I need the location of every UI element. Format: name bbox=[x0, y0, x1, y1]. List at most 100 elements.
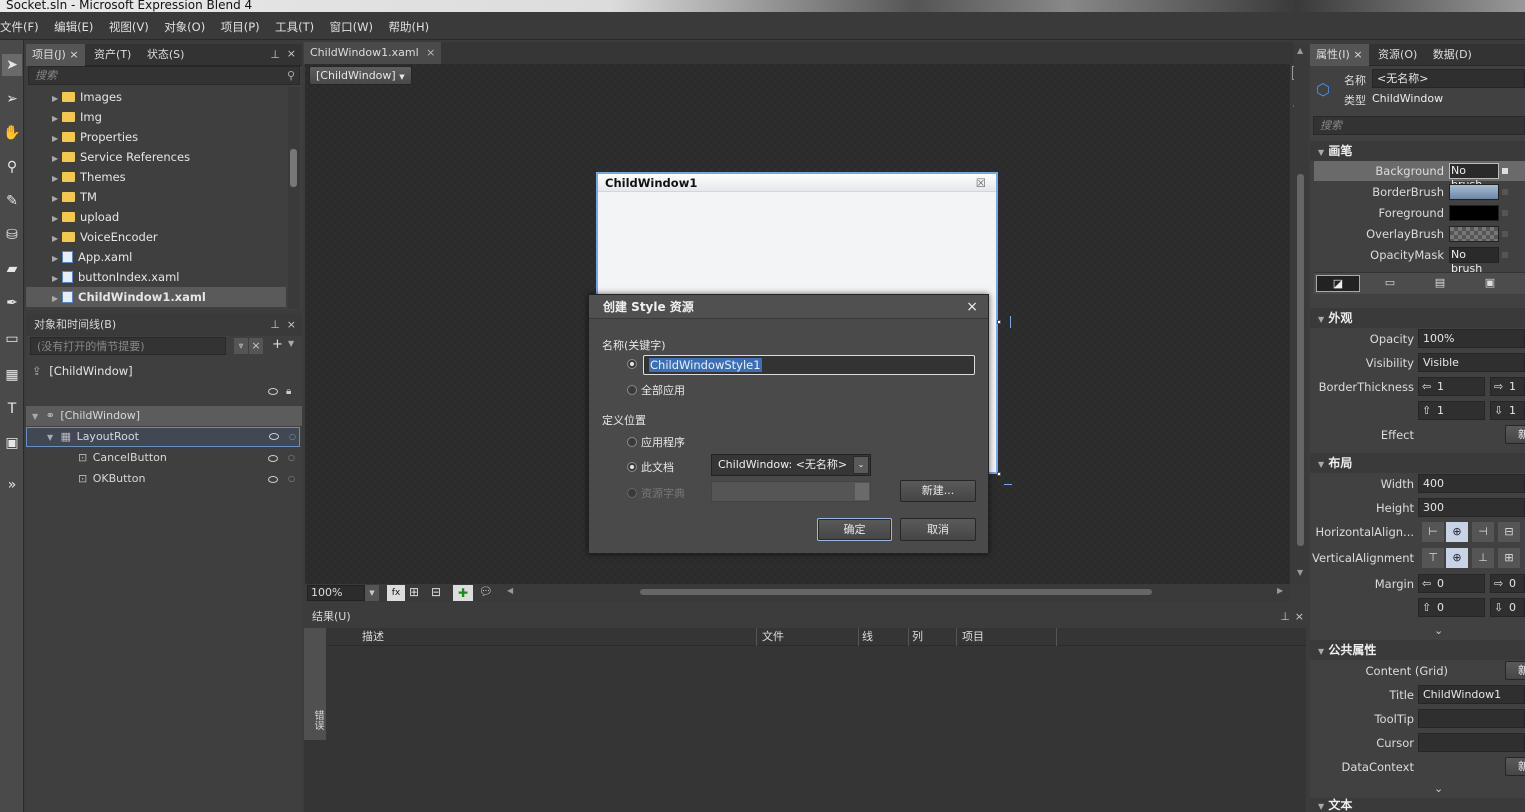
menu-help[interactable]: 帮助(H) bbox=[382, 12, 435, 35]
assets-tool-icon[interactable]: » bbox=[2, 474, 22, 496]
tree-item[interactable]: ▶ Service References bbox=[26, 147, 286, 167]
selection-tool-icon[interactable]: ➤ bbox=[2, 54, 22, 76]
menu-view[interactable]: 视图(V) bbox=[103, 12, 155, 35]
margin-top-input[interactable]: ⇧ 0 bbox=[1418, 598, 1485, 617]
tree-item[interactable]: ▶ App.xaml bbox=[26, 247, 286, 267]
tree-row-cancelbutton[interactable]: ⊡ CancelButton ○ bbox=[26, 448, 302, 468]
scrollbar-thumb[interactable] bbox=[290, 149, 297, 187]
gradient-brush-icon[interactable]: ▤ bbox=[1426, 275, 1454, 292]
element-name-input[interactable]: <无名称> bbox=[1372, 69, 1525, 88]
opacity-input[interactable]: 100% bbox=[1418, 329, 1525, 348]
pin-icon[interactable]: ⊥ bbox=[1280, 606, 1290, 628]
chevron-down-icon[interactable]: ▼ bbox=[365, 585, 379, 601]
align-middle-icon[interactable]: ⊕ bbox=[1446, 548, 1468, 568]
width-input[interactable]: 400 bbox=[1418, 474, 1525, 493]
pan-tool-icon[interactable]: ✋ bbox=[2, 122, 22, 144]
tree-item[interactable]: ▶ TM bbox=[26, 187, 286, 207]
eye-icon[interactable] bbox=[268, 455, 278, 462]
application-option[interactable]: 应用程序 bbox=[627, 434, 685, 450]
tooltip-input[interactable] bbox=[1418, 709, 1525, 728]
brushes-section-header[interactable]: ▼ 画笔 bbox=[1310, 141, 1525, 161]
control-tool-icon[interactable]: ▣ bbox=[2, 432, 22, 454]
chevron-down-icon[interactable]: ▼ bbox=[288, 339, 294, 348]
expand-arrow-icon[interactable]: ▶ bbox=[52, 249, 62, 269]
brush-transform-tool-icon[interactable]: ▰ bbox=[2, 258, 22, 280]
menu-file[interactable]: 文件(F) bbox=[0, 12, 45, 35]
overlaybrush-swatch[interactable] bbox=[1449, 226, 1499, 242]
name-key-radio[interactable] bbox=[627, 359, 637, 369]
cursor-select[interactable] bbox=[1418, 733, 1525, 752]
tree-item-selected[interactable]: ▶ ChildWindow1.xaml bbox=[26, 287, 286, 307]
close-icon[interactable]: × bbox=[287, 314, 296, 336]
align-bottom-icon[interactable]: ⊥ bbox=[1472, 548, 1494, 568]
pin-icon[interactable]: ⊥ bbox=[270, 314, 280, 336]
menu-project[interactable]: 项目(P) bbox=[215, 12, 266, 35]
resize-handle[interactable] bbox=[997, 320, 1001, 324]
storyboard-select[interactable]: (没有打开的情节提要) bbox=[30, 337, 226, 355]
advanced-options-icon[interactable] bbox=[1502, 210, 1508, 216]
ok-button[interactable]: 确定 bbox=[817, 518, 892, 541]
column-col[interactable]: 列 bbox=[912, 628, 923, 646]
tab-resources[interactable]: 资源(O) bbox=[1372, 44, 1423, 66]
border-right-input[interactable]: ⇨ 1 bbox=[1490, 377, 1525, 396]
new-dictionary-button[interactable]: 新建... bbox=[900, 480, 976, 502]
grid-tool-icon[interactable]: ▦ bbox=[2, 364, 22, 386]
solid-brush-icon[interactable]: ▭ bbox=[1376, 275, 1404, 292]
tab-properties[interactable]: 属性(I) × bbox=[1310, 44, 1369, 66]
tree-row-childwindow[interactable]: ▼ ⚭ [ChildWindow] bbox=[26, 406, 302, 426]
horizontal-scrollbar-thumb[interactable] bbox=[640, 589, 1152, 595]
advanced-options-icon[interactable] bbox=[1502, 231, 1508, 237]
text-tool-icon[interactable]: T bbox=[2, 398, 22, 420]
rectangle-tool-icon[interactable]: ▭ bbox=[2, 328, 22, 350]
snap-lines-icon[interactable]: ✚ bbox=[453, 585, 473, 601]
this-document-radio[interactable] bbox=[627, 462, 637, 472]
align-vstretch-icon[interactable]: ⊞ bbox=[1498, 548, 1520, 568]
apply-all-option[interactable]: 全部应用 bbox=[627, 382, 685, 398]
column-divider[interactable] bbox=[908, 628, 909, 646]
close-icon[interactable]: × bbox=[287, 47, 296, 60]
tree-row-layoutroot[interactable]: ▼ ▦ LayoutRoot ○ bbox=[26, 427, 300, 447]
direct-selection-tool-icon[interactable]: ➢ bbox=[2, 88, 22, 110]
column-project[interactable]: 项目 bbox=[962, 628, 984, 646]
this-document-option[interactable]: 此文档 bbox=[627, 459, 674, 475]
background-brush-swatch[interactable]: No brush bbox=[1449, 163, 1499, 191]
column-divider[interactable] bbox=[956, 628, 957, 646]
tab-assets[interactable]: 资产(T) bbox=[88, 44, 137, 66]
tab-childwindow1-xaml[interactable]: ChildWindow1.xaml × bbox=[304, 42, 442, 64]
align-center-icon[interactable]: ⊕ bbox=[1446, 522, 1468, 542]
align-stretch-icon[interactable]: ⊟ bbox=[1498, 522, 1520, 542]
expand-arrow-icon[interactable]: ▶ bbox=[52, 149, 62, 169]
tree-row-okbutton[interactable]: ⊡ OKButton ○ bbox=[26, 469, 302, 489]
visibility-select[interactable]: Visible bbox=[1418, 353, 1525, 372]
menu-window[interactable]: 窗口(W) bbox=[324, 12, 379, 35]
grid-toggle-icon[interactable]: ⊞ bbox=[409, 585, 419, 599]
new-content-button[interactable]: 新 bbox=[1505, 661, 1525, 680]
eye-icon[interactable] bbox=[269, 433, 279, 440]
search-icon[interactable]: ⚲ bbox=[287, 67, 295, 84]
collapse-arrow-icon[interactable]: ▼ bbox=[47, 433, 53, 442]
close-icon[interactable]: × bbox=[1353, 48, 1362, 61]
border-left-input[interactable]: ⇦ 1 bbox=[1418, 377, 1485, 396]
zoom-tool-icon[interactable]: ⚲ bbox=[2, 156, 22, 178]
expand-arrow-icon[interactable]: ▶ bbox=[52, 189, 62, 209]
close-icon[interactable]: × bbox=[69, 48, 78, 61]
new-effect-button[interactable]: 新 bbox=[1505, 425, 1525, 444]
tree-item[interactable]: ▶ Properties bbox=[26, 127, 286, 147]
collapse-arrow-icon[interactable]: ▼ bbox=[1318, 460, 1324, 469]
margin-bottom-input[interactable]: ⇩ 0 bbox=[1490, 598, 1525, 617]
close-icon[interactable]: × bbox=[966, 295, 978, 319]
opacitymask-swatch[interactable]: No brush bbox=[1449, 247, 1499, 275]
scroll-left-icon[interactable]: ◀ bbox=[507, 586, 513, 595]
pin-icon[interactable]: ⊥ bbox=[270, 48, 280, 61]
margin-right-input[interactable]: ⇨ 0 bbox=[1490, 574, 1525, 593]
scope-row[interactable]: ⇪ [ChildWindow] bbox=[32, 364, 133, 378]
eye-icon[interactable] bbox=[268, 388, 278, 395]
collapse-arrow-icon[interactable]: ▼ bbox=[32, 412, 38, 421]
advanced-options-icon[interactable] bbox=[1502, 189, 1508, 195]
common-section-header[interactable]: ▼ 公共属性 bbox=[1310, 640, 1525, 660]
expand-arrow-icon[interactable]: ▶ bbox=[52, 289, 62, 309]
properties-search-input[interactable]: 搜索 bbox=[1313, 116, 1525, 135]
advanced-options-icon[interactable] bbox=[1502, 168, 1508, 174]
expand-arrow-icon[interactable]: ▶ bbox=[52, 169, 62, 189]
new-datacontext-button[interactable]: 新 bbox=[1505, 757, 1525, 776]
